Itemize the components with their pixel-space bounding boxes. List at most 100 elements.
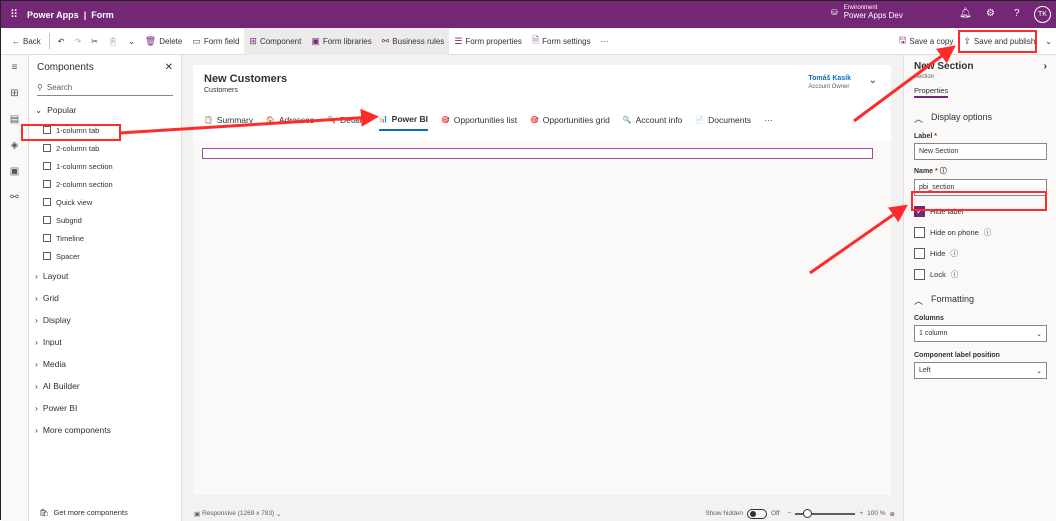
component-icon <box>43 180 51 188</box>
save-options-chevron-icon[interactable]: ⌄ <box>1040 28 1056 55</box>
close-icon[interactable]: ✕ <box>165 62 173 73</box>
zoom-in-icon[interactable]: + <box>859 510 863 517</box>
component-category[interactable]: › AI Builder <box>29 375 181 397</box>
chevron-down-icon[interactable]: ⌄ <box>869 75 877 86</box>
save-publish-button[interactable]: ⇪ Save and publish <box>958 28 1040 55</box>
chevron-down-icon[interactable]: ⌄ <box>123 28 140 55</box>
checkbox[interactable] <box>914 269 925 280</box>
checkbox-option[interactable]: Hide on phone ⓘ <box>914 227 1047 238</box>
form-tab[interactable]: 🎯 Opportunities list <box>441 109 517 131</box>
component-icon <box>43 252 51 260</box>
component-category[interactable]: › Power BI <box>29 397 181 419</box>
component-category[interactable]: › Media <box>29 353 181 375</box>
form-libraries-icon[interactable]: ▣ <box>1 159 28 185</box>
form-title: New Customers <box>204 73 288 85</box>
component-category[interactable]: › Layout <box>29 265 181 287</box>
component-item[interactable]: Timeline <box>29 229 181 247</box>
checkbox-option[interactable]: ✓ Hide label <box>914 206 1047 217</box>
component-label: Subgrid <box>56 215 82 225</box>
layout-selector[interactable]: Responsive (1269 x 783) <box>202 510 274 517</box>
store-icon: 🛍︎ <box>39 508 49 517</box>
display-options-group[interactable]: ︿ Display options <box>914 112 1047 125</box>
checkbox[interactable] <box>914 227 925 238</box>
paste-icon[interactable]: 📋︎ <box>103 28 123 55</box>
environment-picker[interactable]: ⛁ Environment Power Apps Dev <box>831 5 903 20</box>
component-category[interactable]: › Grid <box>29 287 181 309</box>
business-rules-button[interactable]: ⚯ Business rules <box>376 27 450 55</box>
hamburger-icon[interactable]: ≡ <box>1 55 28 81</box>
show-hidden-label: Show hidden <box>705 510 743 517</box>
category-popular[interactable]: ⌄ Popular <box>29 100 181 121</box>
form-libraries-label: Form libraries <box>322 36 372 46</box>
new-section[interactable] <box>202 148 873 159</box>
form-tab[interactable]: 🔍 Account info <box>623 109 683 131</box>
checkbox[interactable]: ✓ <box>914 206 925 217</box>
form-tab[interactable]: 📊 Power BI <box>378 109 429 131</box>
zoom-out-icon[interactable]: − <box>788 510 792 517</box>
checkbox-option[interactable]: Lock ⓘ <box>914 269 1047 280</box>
library-icon: ▣ <box>311 35 320 46</box>
component-item[interactable]: 1-column tab <box>29 121 181 139</box>
owner-field[interactable]: Tomáš Kasík Account Owner <box>808 75 851 90</box>
component-item[interactable]: Quick view <box>29 193 181 211</box>
component-item[interactable]: 1-column section <box>29 157 181 175</box>
form-header: New Customers Customers Tomáš Kasík Accou… <box>193 65 891 141</box>
form-settings-button[interactable]: 🗎 Form settings <box>527 28 596 55</box>
component-item[interactable]: 2-column tab <box>29 139 181 157</box>
checkbox[interactable] <box>914 248 925 259</box>
avatar[interactable]: TK <box>1034 6 1051 23</box>
redo-icon[interactable]: ↷ <box>70 28 87 55</box>
zoom-slider[interactable] <box>795 508 856 518</box>
display-options-label: Display options <box>931 112 993 122</box>
label-input[interactable]: New Section <box>914 143 1047 160</box>
components-search-input[interactable]: ⚲ Search <box>37 80 173 96</box>
name-input[interactable]: pbi_section <box>914 179 1047 196</box>
form-tab[interactable]: 🔍 Details <box>327 109 366 131</box>
show-hidden-toggle[interactable] <box>746 508 767 519</box>
app-launcher-icon[interactable]: ⠿ <box>1 8 27 21</box>
undo-icon[interactable]: ↶ <box>53 28 70 55</box>
get-more-label: Get more components <box>53 508 128 517</box>
gear-icon[interactable]: ⚙ <box>986 8 995 19</box>
component-category[interactable]: › More components <box>29 419 181 441</box>
more-tabs-button[interactable]: ··· <box>764 109 773 131</box>
components-icon[interactable]: ⊞ <box>1 81 28 107</box>
delete-button[interactable]: 🗑︎ Delete <box>140 28 188 55</box>
bell-icon[interactable]: 🔔︎ <box>959 8 972 19</box>
form-tab[interactable]: 📋 Summary <box>204 109 253 131</box>
component-category[interactable]: › Display <box>29 309 181 331</box>
component-category[interactable]: › Input <box>29 331 181 353</box>
formatting-group[interactable]: ︿ Formatting <box>914 294 1047 307</box>
component-item[interactable]: Subgrid <box>29 211 181 229</box>
owner-role: Account Owner <box>808 84 850 90</box>
business-rules-icon[interactable]: ⚯ <box>1 185 28 211</box>
fit-icon[interactable]: ⊕ <box>890 510 895 518</box>
columns-select[interactable]: 1 column ⌄ <box>914 325 1047 342</box>
tab-properties[interactable]: Properties <box>914 86 949 98</box>
form-tab[interactable]: 🎯 Opportunities grid <box>530 109 610 131</box>
settings-doc-icon: 🗎 <box>531 35 540 45</box>
component-item[interactable]: Spacer <box>29 247 181 265</box>
form-properties-button[interactable]: ☰ Form properties <box>449 28 527 55</box>
cut-icon[interactable]: ✂ <box>86 28 103 55</box>
label-position-select[interactable]: Left ⌄ <box>914 362 1047 379</box>
tab-icon: 🔍 <box>327 117 336 124</box>
chevron-right-icon: › <box>35 337 38 347</box>
chevron-right-icon[interactable]: › <box>1044 61 1047 72</box>
table-columns-icon[interactable]: ▤ <box>1 107 28 133</box>
get-more-components-link[interactable]: 🛍︎ Get more components <box>39 508 128 517</box>
help-icon[interactable]: ? <box>1014 8 1020 19</box>
form-tab[interactable]: 📄 Documents <box>695 109 751 131</box>
form-libraries-button[interactable]: ▣ Form libraries <box>306 27 377 55</box>
checkbox-option[interactable]: Hide ⓘ <box>914 248 1047 259</box>
layers-icon[interactable]: ◈ <box>1 133 28 159</box>
back-label: Back <box>23 36 41 46</box>
component-button[interactable]: ⊞ Component <box>244 27 307 55</box>
component-item[interactable]: 2-column section <box>29 175 181 193</box>
back-button[interactable]: ← Back <box>7 28 46 55</box>
component-icon: ⊞ <box>249 35 257 46</box>
save-copy-button[interactable]: 🖫 Save a copy <box>894 28 959 55</box>
more-commands-button[interactable]: ··· <box>596 28 614 55</box>
form-tab[interactable]: 🏠 Adresses <box>266 109 314 131</box>
form-field-button[interactable]: ▭ Form field <box>187 28 244 55</box>
